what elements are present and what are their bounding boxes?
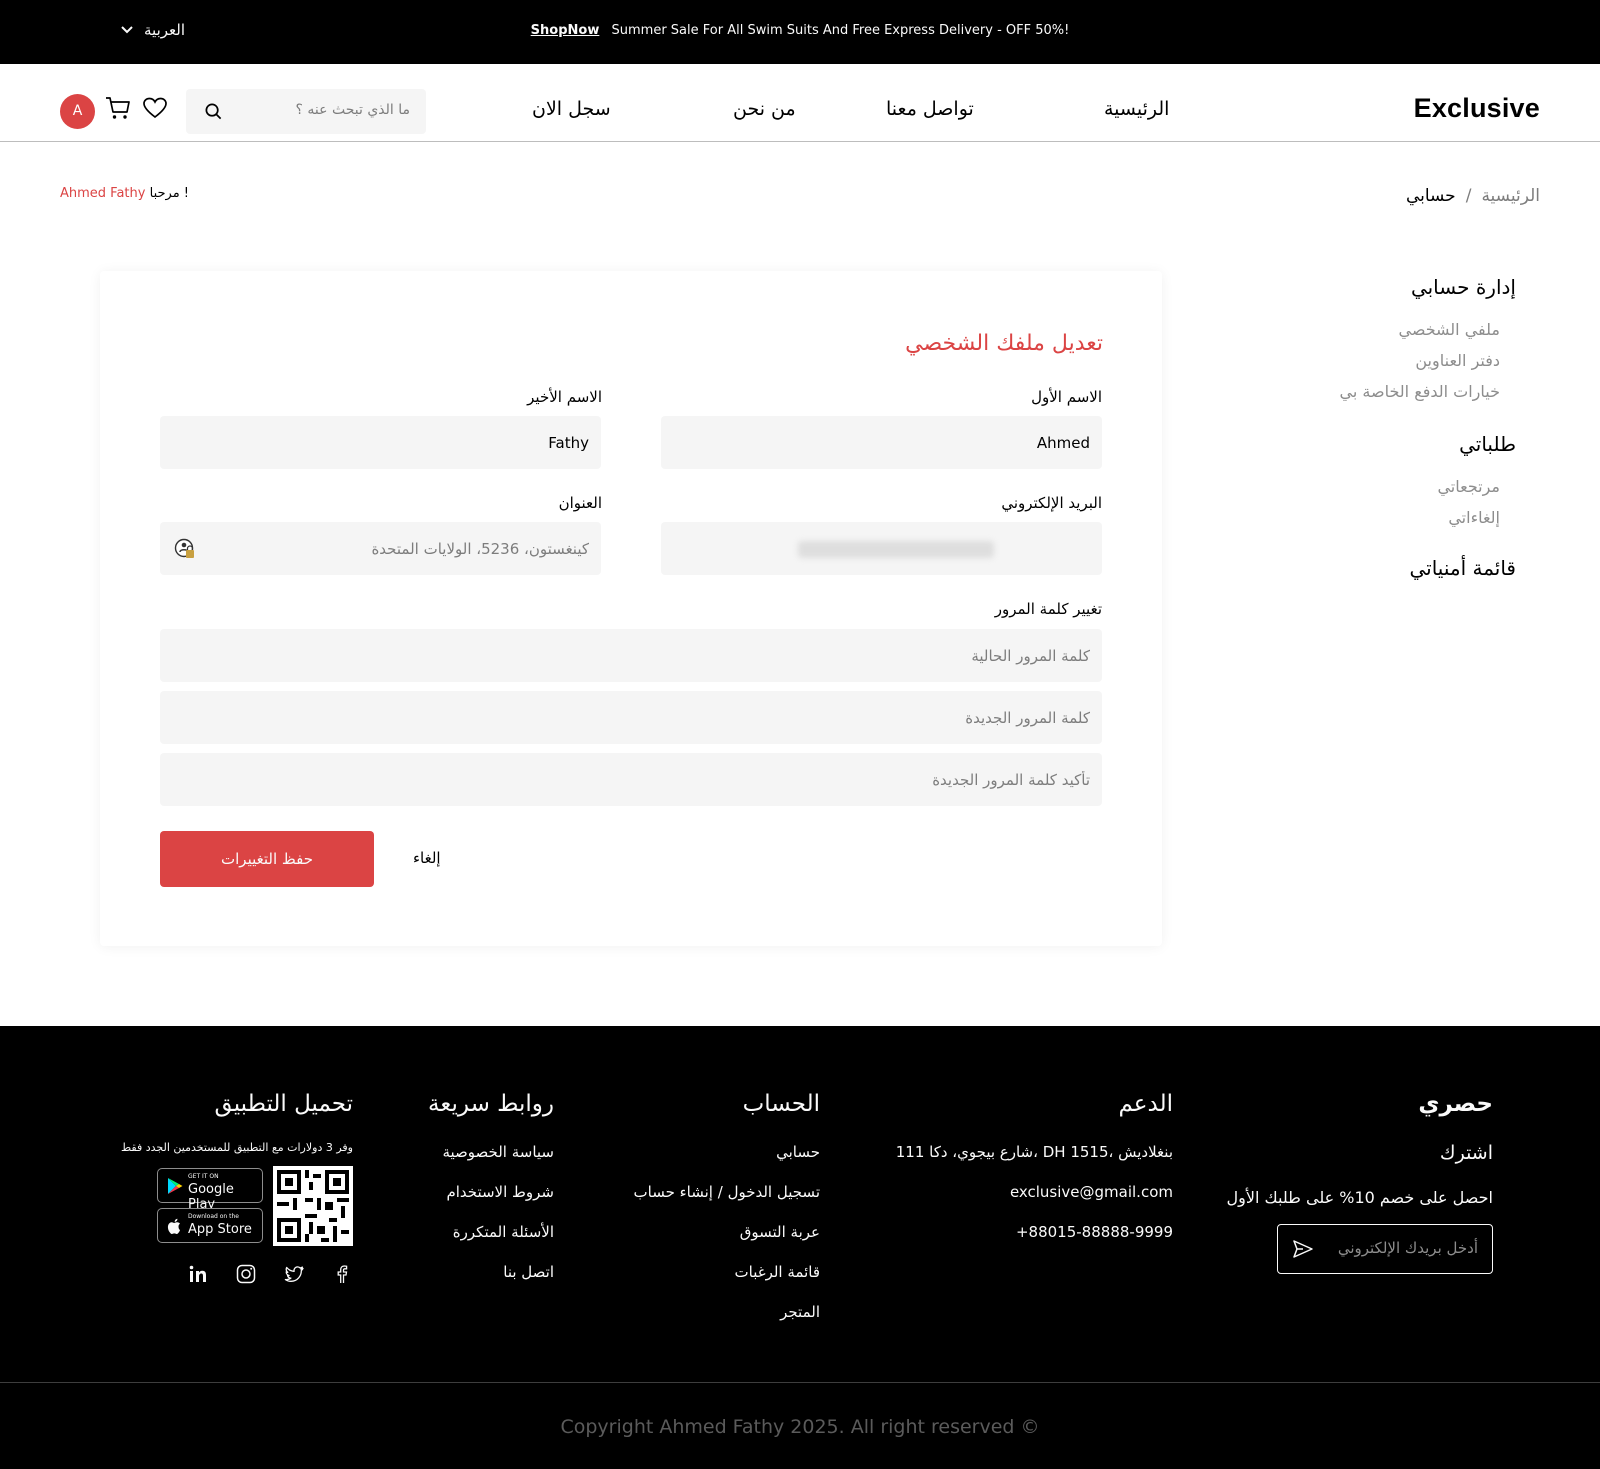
copyright-label: Copyright Ahmed Fathy 2025. All right re… (560, 1416, 1015, 1438)
user-name: Ahmed Fathy (60, 186, 146, 201)
first-name-label: الاسم الأول (1031, 388, 1102, 406)
subscribe-placeholder: أدخل بريدك الإلكتروني (1337, 1239, 1478, 1257)
app-store-label: App Store (188, 1222, 252, 1237)
current-password-field[interactable] (160, 629, 1102, 682)
side-item-returns[interactable]: مرتجعاتي (1437, 477, 1500, 496)
nav-signup[interactable]: سجل الان (532, 98, 611, 120)
send-icon[interactable] (1292, 1238, 1314, 1260)
cancel-button[interactable]: إلغاء (413, 849, 441, 867)
cart-icon[interactable] (104, 94, 132, 122)
main-header: Exclusive الرئيسية تواصل معنا من نحن سجل… (0, 64, 1600, 142)
footer-account-link[interactable]: المتجر (780, 1303, 820, 1321)
footer-support-email[interactable]: exclusive@gmail.com (1010, 1183, 1173, 1201)
promo-message: Summer Sale For All Swim Suits And Free … (611, 23, 1070, 38)
facebook-icon[interactable] (330, 1262, 354, 1286)
side-item-profile[interactable]: ملفي الشخصي (1398, 320, 1500, 339)
footer-subscribe-label: اشترك (1439, 1142, 1493, 1164)
email-label: البريد الإلكتروني (1001, 494, 1102, 512)
google-play-badge[interactable]: GET IT ON Google Play (157, 1168, 263, 1212)
instagram-icon[interactable] (234, 1262, 258, 1286)
nav-contact[interactable]: تواصل معنا (886, 98, 974, 120)
footer-support-title: الدعم (1118, 1091, 1173, 1117)
breadcrumb-current: حسابي (1405, 186, 1456, 206)
footer-account-link[interactable]: تسجيل الدخول / إنشاء حساب (634, 1183, 820, 1201)
new-password-field[interactable] (160, 691, 1102, 744)
confirm-password-field[interactable] (160, 753, 1102, 806)
welcome-message: Ahmed Fathy مرحبا ! (60, 186, 189, 201)
footer-quick-link[interactable]: شروط الاستخدام (446, 1183, 554, 1201)
qr-code (273, 1166, 353, 1246)
subscribe-email-input[interactable]: أدخل بريدك الإلكتروني (1277, 1224, 1493, 1274)
nav-home[interactable]: الرئيسية (1104, 98, 1169, 120)
heart-icon[interactable] (141, 94, 169, 122)
side-heading-wishlist[interactable]: قائمة أمنياتي (1409, 556, 1516, 580)
footer-app-note: وفر 3 دولارات مع التطبيق للمستخدمين الجد… (120, 1141, 353, 1154)
promo-text: ShopNow Summer Sale For All Swim Suits A… (0, 23, 1600, 38)
footer-offer-text: احصل على خصم 10% على طلبك الأول (1226, 1188, 1493, 1207)
last-name-field[interactable] (160, 416, 601, 469)
footer-quick-links-title: روابط سريعة (428, 1091, 554, 1117)
footer-support-phone[interactable]: +88015-88888-9999 (1016, 1223, 1173, 1241)
search-input[interactable]: ما الذي تبحث عنه ؟ (296, 102, 410, 118)
footer-exclusive-title: حصري (1418, 1091, 1493, 1117)
side-item-payment-options[interactable]: خيارات الدفع الخاصة بي (1340, 382, 1500, 401)
first-name-field[interactable] (661, 416, 1102, 469)
footer-account-link[interactable]: قائمة الرغبات (735, 1263, 820, 1281)
search-box[interactable]: ما الذي تبحث عنه ؟ (186, 89, 426, 134)
footer-account-link[interactable]: حسابي (776, 1143, 820, 1161)
copyright-text: Copyright Ahmed Fathy 2025. All right re… (0, 1416, 1600, 1438)
app-store-badge[interactable]: Download on the App Store (157, 1208, 263, 1243)
address-field[interactable] (160, 522, 601, 575)
last-name-label: الاسم الأخير (527, 388, 602, 406)
side-heading-orders[interactable]: طلباتي (1459, 432, 1516, 456)
language-selector[interactable]: العربية (120, 21, 185, 39)
blurred-email-value (798, 541, 994, 558)
breadcrumb-separator: / (1465, 186, 1472, 206)
apple-icon (167, 1218, 180, 1234)
google-play-small: GET IT ON (188, 1173, 219, 1180)
side-item-address-book[interactable]: دفتر العناوين (1415, 351, 1500, 370)
footer-quick-link[interactable]: اتصل بنا (503, 1263, 554, 1281)
change-password-label: تغيير كلمة المرور (994, 600, 1102, 618)
app-store-small: Download on the (188, 1213, 239, 1220)
top-promo-bar: ShopNow Summer Sale For All Swim Suits A… (0, 0, 1600, 64)
address-label: العنوان (558, 494, 602, 512)
autofill-lock-icon[interactable] (174, 538, 196, 560)
footer-quick-link[interactable]: الأسئلة المتكررة (453, 1223, 554, 1241)
search-icon[interactable] (204, 102, 223, 121)
side-item-cancellations[interactable]: إلغاءاتي (1448, 508, 1500, 527)
nav-about[interactable]: من نحن (733, 98, 796, 120)
footer-support-address: 111 شارع بيجوي، دكا، DH 1515، بنغلاديش (895, 1143, 1173, 1161)
shop-now-link[interactable]: ShopNow (531, 23, 600, 38)
breadcrumb-home[interactable]: الرئيسية (1481, 186, 1540, 206)
logo[interactable]: Exclusive (1414, 93, 1540, 124)
footer: حصري اشترك احصل على خصم 10% على طلبك الأ… (0, 1026, 1600, 1469)
chevron-down-icon (121, 26, 133, 34)
avatar[interactable]: A (60, 94, 95, 129)
footer-divider (0, 1382, 1600, 1383)
save-changes-button[interactable]: حفظ التغييرات (160, 831, 374, 887)
qr-code-graphic (277, 1170, 349, 1242)
google-play-icon (168, 1178, 183, 1194)
linkedin-icon[interactable] (186, 1262, 210, 1286)
copyright-icon: © (1020, 1416, 1040, 1438)
twitter-icon[interactable] (282, 1262, 306, 1286)
form-title: تعديل ملفك الشخصي (905, 331, 1103, 356)
welcome-greeting: مرحبا ! (149, 186, 190, 201)
language-label: العربية (144, 21, 185, 39)
footer-quick-link[interactable]: سياسة الخصوصية (442, 1143, 554, 1161)
breadcrumb: الرئيسية / حسابي (1406, 186, 1540, 206)
footer-account-title: الحساب (742, 1091, 820, 1117)
footer-app-title: تحميل التطبيق (214, 1091, 353, 1117)
footer-account-link[interactable]: عربة التسوق (740, 1223, 820, 1241)
side-heading-manage-account[interactable]: إدارة حسابي (1411, 275, 1516, 299)
